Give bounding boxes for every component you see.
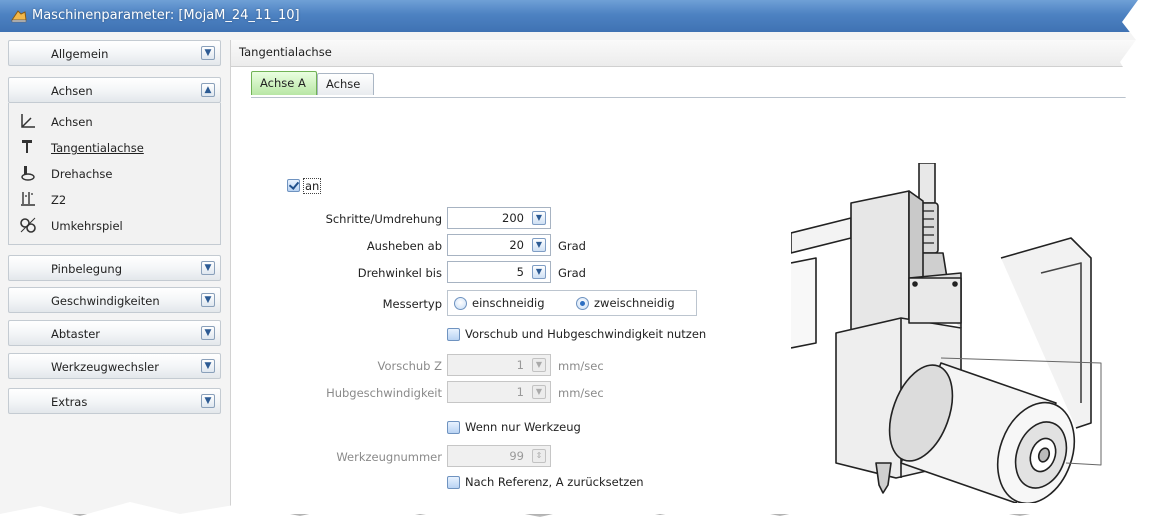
zweischneidig-label: zweischneidig <box>594 296 675 310</box>
rotary-axis-icon <box>21 166 35 181</box>
sidebar-section-label: Achsen <box>51 84 93 98</box>
chevron-down-icon[interactable]: ▼ <box>201 394 215 408</box>
section-title: Tangentialachse <box>239 45 332 59</box>
sidebar-section-label: Allgemein <box>51 47 109 61</box>
sidebar-section-geschwindigkeiten[interactable]: Geschwindigkeiten ▼ <box>8 287 221 313</box>
nur-werkzeug-checkbox[interactable] <box>447 421 460 434</box>
chevron-down-icon[interactable]: ▼ <box>201 293 215 307</box>
chevron-down-icon[interactable]: ▼ <box>532 385 546 399</box>
drehwinkel-value: 5 <box>516 265 524 279</box>
main-content: Tangentialachse Achse A Achse B an Schri… <box>230 40 1138 514</box>
nach-referenz-label: Nach Referenz, A zurücksetzen <box>465 475 644 489</box>
vorschub-z-label: Vorschub Z <box>377 359 442 373</box>
tab-achse-b[interactable]: Achse B <box>317 73 374 111</box>
spin-updown-icon[interactable]: ⇕ <box>532 449 546 463</box>
panel-divider <box>1136 98 1137 514</box>
messertyp-label: Messertyp <box>382 297 442 311</box>
achsen-panel: Achsen Tangentialachse Drehachse Z2 Umke… <box>8 103 221 245</box>
vorschub-z-unit: mm/sec <box>558 359 604 373</box>
sidebar-section-achsen[interactable]: Achsen ▲ <box>8 77 221 103</box>
nur-werkzeug-label: Wenn nur Werkzeug <box>465 420 581 434</box>
enable-checkbox[interactable] <box>287 179 300 192</box>
enable-label: an <box>303 178 322 194</box>
einschneidig-label: einschneidig <box>472 296 545 310</box>
werkzeugnummer-label: Werkzeugnummer <box>336 450 442 464</box>
chevron-down-icon[interactable]: ▼ <box>532 238 546 252</box>
ausheben-stepper[interactable]: 20 ▼ <box>447 234 551 256</box>
messertyp-radio-group: einschneidig zweischneidig <box>447 290 697 316</box>
tangential-axis-icon <box>22 140 32 153</box>
ausheben-unit: Grad <box>558 239 586 253</box>
hubgeschwindigkeit-unit: mm/sec <box>558 386 604 400</box>
vorschub-z-stepper[interactable]: 1 ▼ <box>447 354 551 376</box>
schritte-label: Schritte/Umdrehung <box>325 212 442 226</box>
chevron-down-icon[interactable]: ▼ <box>532 265 546 279</box>
backlash-icon <box>20 217 36 233</box>
window-title: Maschinenparameter: [MojaM_24_11_10] <box>32 8 300 23</box>
nach-referenz-checkbox[interactable] <box>447 476 460 489</box>
sidebar-item-achsen[interactable]: Achsen <box>19 112 209 132</box>
ausheben-label: Ausheben ab <box>366 239 442 253</box>
sidebar-item-umkehrspiel[interactable]: Umkehrspiel <box>19 216 209 236</box>
tab-panel-achse-a: an Schritte/Umdrehung 200 ▼ Ausheben ab … <box>251 97 1137 514</box>
sidebar-item-drehachse[interactable]: Drehachse <box>19 164 209 184</box>
sidebar-section-label: Pinbelegung <box>51 262 122 276</box>
schritte-stepper[interactable]: 200 ▼ <box>447 207 551 229</box>
sidebar-item-label: Z2 <box>51 193 67 207</box>
sidebar: Allgemein ▼ Achsen ▲ Achsen Tangentialac… <box>8 40 223 514</box>
tangential-head-illustration <box>791 163 1102 503</box>
sidebar-item-tangentialachse[interactable]: Tangentialachse <box>19 138 209 158</box>
sidebar-section-pinbelegung[interactable]: Pinbelegung ▼ <box>8 255 221 281</box>
sidebar-item-label: Tangentialachse <box>51 141 144 155</box>
hubgeschwindigkeit-label: Hubgeschwindigkeit <box>326 386 442 400</box>
drehwinkel-label: Drehwinkel bis <box>357 266 442 280</box>
drehwinkel-unit: Grad <box>558 266 586 280</box>
tab-label: Achse A <box>260 76 306 90</box>
werkzeugnummer-value: 99 <box>509 449 524 463</box>
section-header: Tangentialachse <box>231 40 1138 67</box>
sidebar-section-allgemein[interactable]: Allgemein ▼ <box>8 40 221 66</box>
drehwinkel-stepper[interactable]: 5 ▼ <box>447 261 551 283</box>
chevron-down-icon[interactable]: ▼ <box>201 326 215 340</box>
sidebar-section-extras[interactable]: Extras ▼ <box>8 388 221 414</box>
vorschub-z-value: 1 <box>516 358 524 372</box>
chevron-down-icon[interactable]: ▼ <box>201 359 215 373</box>
app-icon <box>11 10 27 23</box>
einschneidig-radio[interactable] <box>454 297 467 310</box>
vorschub-nutzen-label: Vorschub und Hubgeschwindigkeit nutzen <box>465 327 707 341</box>
sidebar-item-label: Drehachse <box>51 167 113 181</box>
title-bar: Maschinenparameter: [MojaM_24_11_10] <box>0 0 1138 32</box>
chevron-down-icon[interactable]: ▼ <box>532 358 546 372</box>
sidebar-section-label: Abtaster <box>51 327 101 341</box>
sidebar-section-label: Werkzeugwechsler <box>51 360 159 374</box>
zweischneidig-radio[interactable] <box>576 297 589 310</box>
sidebar-section-label: Extras <box>51 395 88 409</box>
z2-icon <box>21 192 35 206</box>
sidebar-item-label: Achsen <box>51 115 93 129</box>
sidebar-item-z2[interactable]: Z2 <box>19 190 209 210</box>
axes-icon <box>21 114 35 128</box>
chevron-down-icon[interactable]: ▼ <box>201 46 215 60</box>
chevron-down-icon[interactable]: ▼ <box>201 261 215 275</box>
chevron-up-icon[interactable]: ▲ <box>201 83 215 97</box>
sidebar-item-label: Umkehrspiel <box>51 219 123 233</box>
sidebar-section-label: Geschwindigkeiten <box>51 294 160 308</box>
sidebar-section-werkzeugwechsler[interactable]: Werkzeugwechsler ▼ <box>8 353 221 379</box>
hubgeschwindigkeit-stepper[interactable]: 1 ▼ <box>447 381 551 403</box>
schritte-value: 200 <box>502 211 524 225</box>
tab-achse-a[interactable]: Achse A <box>251 71 317 95</box>
werkzeugnummer-stepper[interactable]: 99 ⇕ <box>447 445 551 467</box>
chevron-down-icon[interactable]: ▼ <box>532 211 546 225</box>
sidebar-section-abtaster[interactable]: Abtaster ▼ <box>8 320 221 346</box>
hubgeschwindigkeit-value: 1 <box>516 385 524 399</box>
machine-parameters-window: Maschinenparameter: [MojaM_24_11_10] All… <box>0 0 1138 514</box>
ausheben-value: 20 <box>509 238 524 252</box>
vorschub-nutzen-checkbox[interactable] <box>447 328 460 341</box>
